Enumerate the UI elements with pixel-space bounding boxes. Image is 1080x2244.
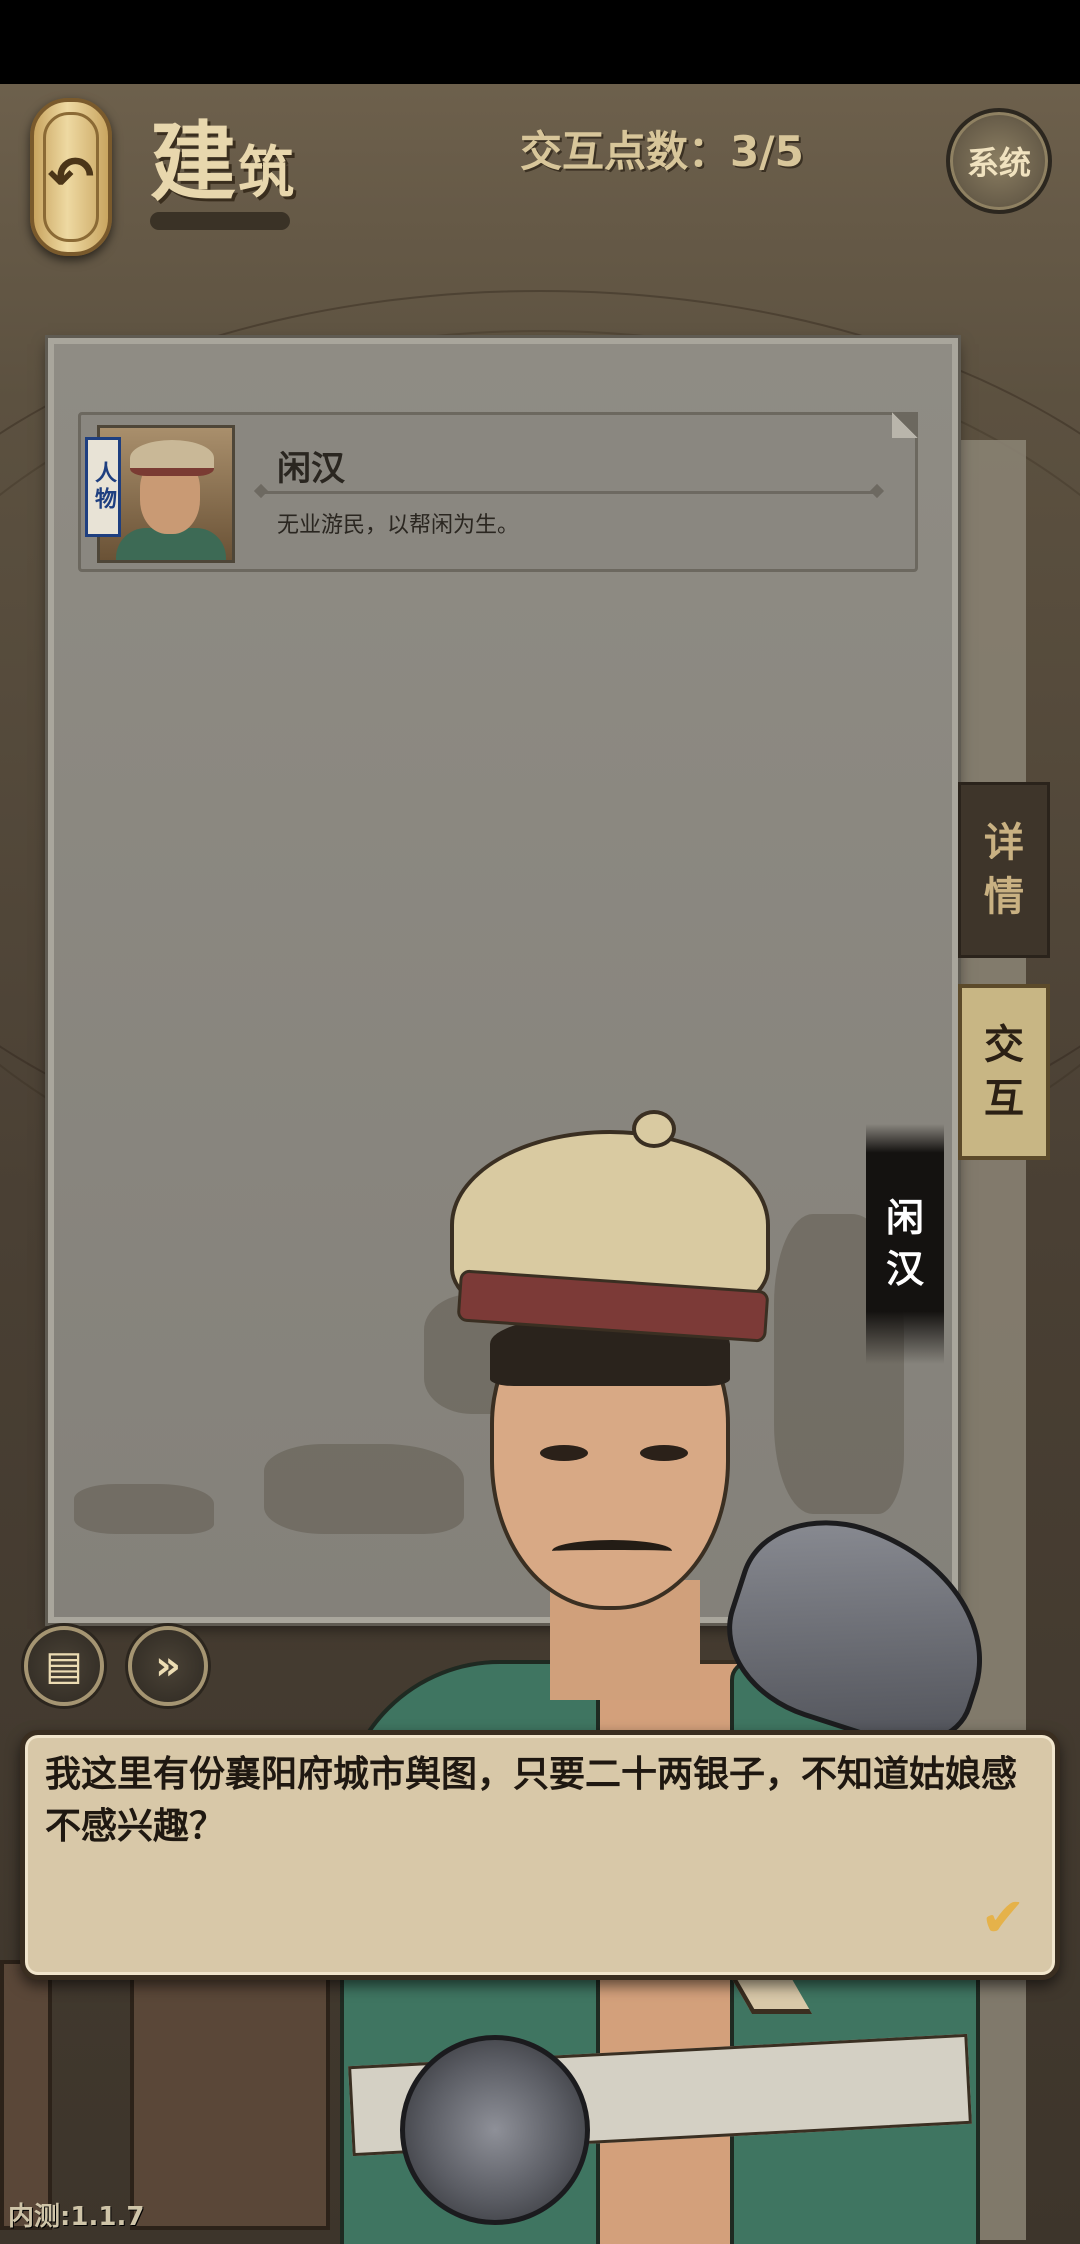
speaker-name-char: 汉 [885, 1247, 924, 1291]
dialog-log-button[interactable]: ▤ [24, 1626, 104, 1706]
char-eye [640, 1445, 688, 1461]
character-type-tag: 人物 [85, 437, 121, 537]
title-underline [150, 212, 290, 230]
system-button[interactable]: 系统 [946, 108, 1052, 214]
character-illustration [300, 1100, 1060, 2244]
portrait-hat [130, 440, 214, 476]
game-screen: ↶ 建筑 交互点数：3/5 系统 人物 闲汉 无业游民，以帮闲为生。 详 情 交… [0, 0, 1080, 2244]
char-eye [540, 1445, 588, 1461]
speaker-name-char: 闲 [885, 1195, 924, 1240]
fast-forward-icon: » [155, 1643, 181, 1689]
interaction-points-label: 交互点数：3/5 [520, 127, 804, 176]
speaker-name-banner: 闲 汉 [866, 1124, 944, 1364]
undo-arrow-icon: ↶ [43, 112, 99, 242]
char-belt-buckle [400, 2035, 590, 2225]
checkmark-icon[interactable]: ✔ [971, 1891, 1035, 1945]
sketch-sacks [74, 1484, 214, 1534]
log-document-icon: ▤ [45, 1643, 83, 1689]
screen-title: 建筑 [150, 92, 296, 217]
tab-interact-char: 交 [984, 1021, 1024, 1068]
card-corner-fold [892, 412, 918, 438]
system-button-label: 系统 [966, 144, 1031, 182]
character-card[interactable]: 人物 闲汉 无业游民，以帮闲为生。 [78, 412, 918, 572]
char-hat-knob [632, 1110, 676, 1148]
screen-title-sub: 筑 [238, 140, 296, 206]
dialog-text: 我这里有份襄阳府城市舆图，只要二十两银子，不知道姑娘感不感兴趣？ [45, 1754, 1018, 1848]
skip-button[interactable]: » [128, 1626, 208, 1706]
version-label: 内测:1.1.7 [8, 2202, 145, 2232]
tab-details-char: 详 [984, 819, 1024, 866]
dialog-box[interactable]: 我这里有份襄阳府城市舆图，只要二十两银子，不知道姑娘感不感兴趣？ ✔ [20, 1730, 1060, 1980]
tab-details-char: 情 [984, 873, 1024, 920]
tab-details[interactable]: 详 情 [958, 782, 1050, 958]
card-divider [261, 491, 877, 494]
background-card [0, 1960, 52, 2230]
back-button[interactable]: ↶ [30, 98, 112, 256]
screen-title-main: 建 [150, 112, 238, 213]
character-description: 无业游民，以帮闲为生。 [277, 513, 520, 538]
character-name: 闲汉 [277, 449, 345, 489]
char-mustache [552, 1540, 672, 1562]
